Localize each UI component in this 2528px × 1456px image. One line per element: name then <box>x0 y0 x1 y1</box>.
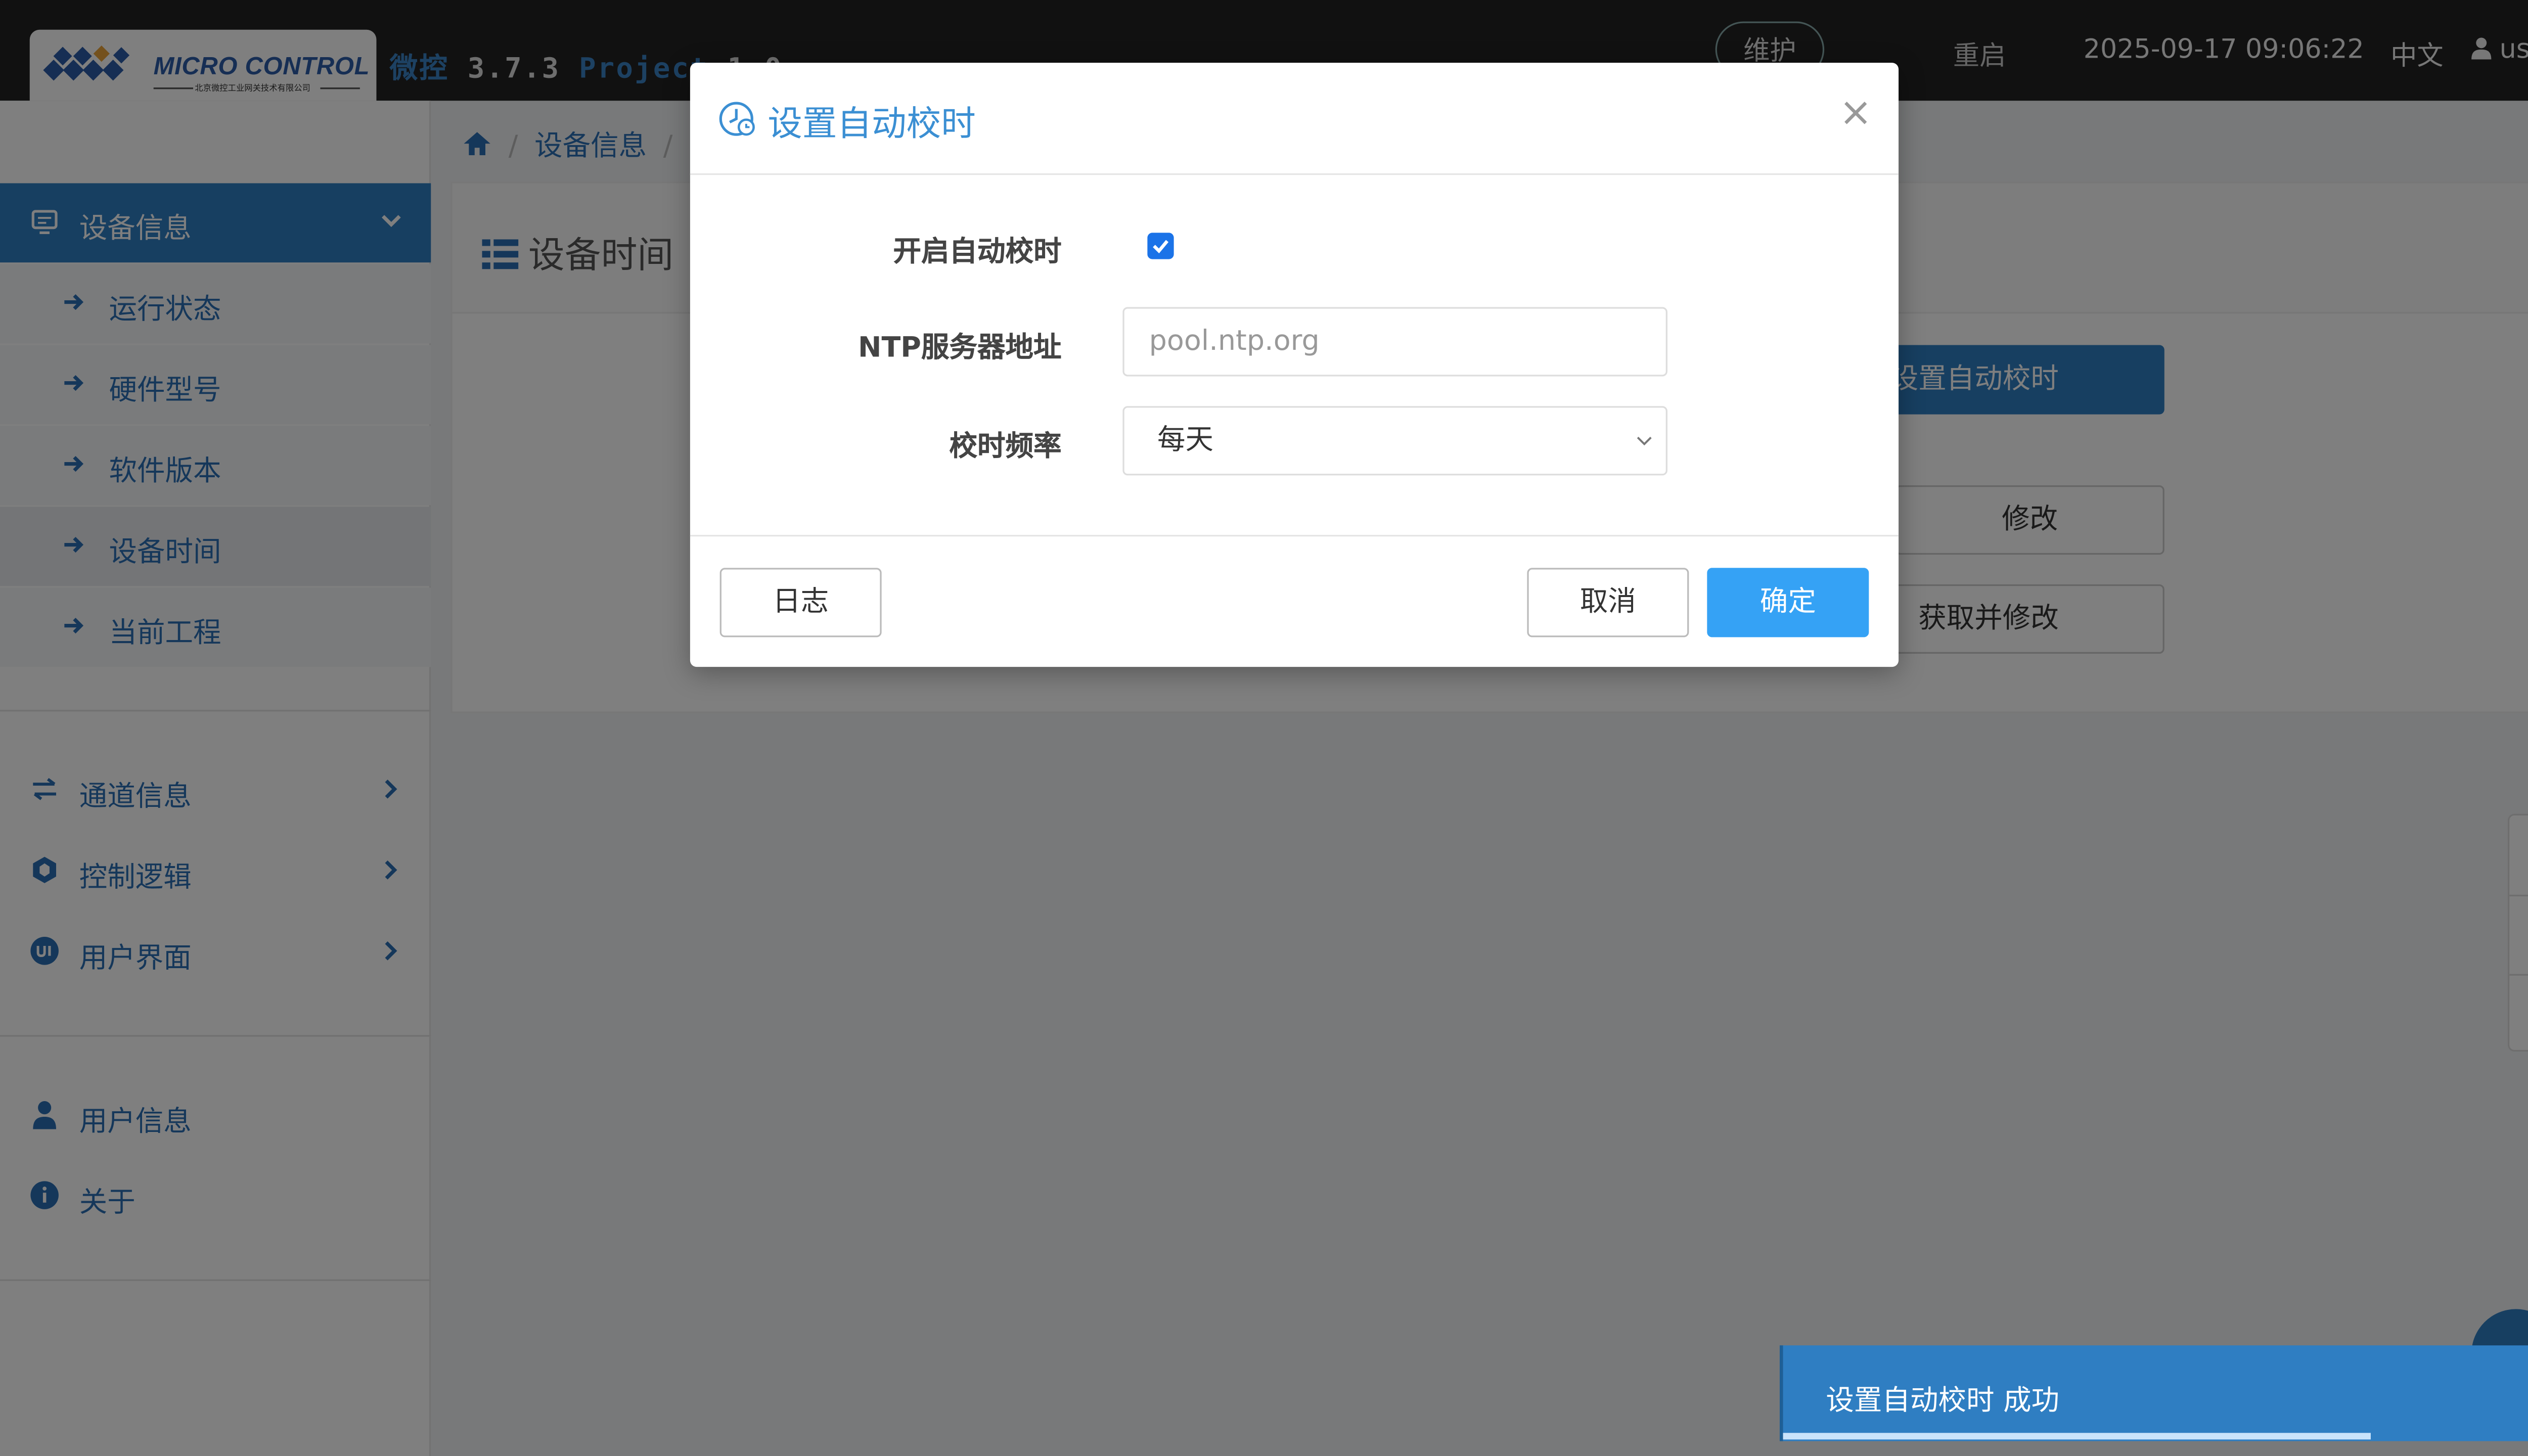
toast-message: 设置自动校时 成功 <box>1826 1385 2060 1418</box>
modal-footer: 日志 取消 确定 <box>690 534 1899 667</box>
auto-sync-modal: 设置自动校时 × 开启自动校时 NTP服务器地址 pool.ntp.org 校时… <box>690 63 1899 667</box>
clock-sync-icon <box>719 102 755 136</box>
form-row-frequency: 校时频率 每天 <box>690 406 1899 476</box>
ntp-server-input[interactable]: pool.ntp.org <box>1122 307 1667 377</box>
toast-progress-bar <box>1783 1433 2371 1440</box>
form-row-ntp: NTP服务器地址 pool.ntp.org <box>690 307 1899 377</box>
cancel-button[interactable]: 取消 <box>1527 568 1689 638</box>
sync-frequency-select[interactable]: 每天 <box>1122 406 1667 476</box>
modal-close-icon[interactable]: × <box>1836 93 1875 132</box>
sync-frequency-label: 校时频率 <box>949 431 1062 464</box>
enable-auto-sync-label: 开启自动校时 <box>893 236 1062 269</box>
app-root: MICRO CONTROL 北京微控工业网关技术有限公司 微控 3.7.3 Pr… <box>0 0 2528 1456</box>
modal-title: 设置自动校时 <box>768 104 976 144</box>
checkmark-icon <box>1153 240 1169 254</box>
confirm-button[interactable]: 确定 <box>1707 568 1869 638</box>
chevron-down-icon <box>1637 436 1652 446</box>
sync-frequency-value: 每天 <box>1157 424 1213 458</box>
ntp-server-label: NTP服务器地址 <box>857 332 1062 365</box>
success-toast: 设置自动校时 成功 × <box>1779 1345 2528 1441</box>
modal-header: 设置自动校时 × <box>690 63 1899 175</box>
form-row-enable: 开启自动校时 <box>690 211 1899 281</box>
log-button[interactable]: 日志 <box>719 568 882 638</box>
enable-auto-sync-checkbox[interactable] <box>1147 233 1174 259</box>
